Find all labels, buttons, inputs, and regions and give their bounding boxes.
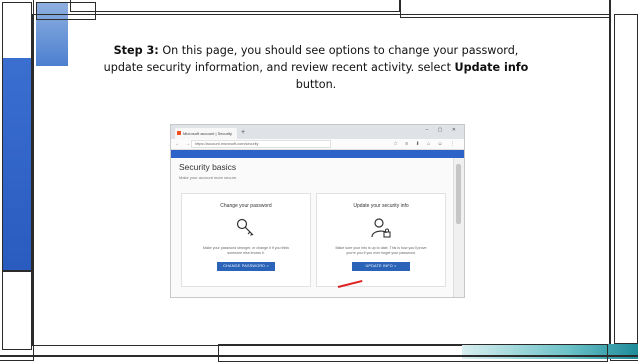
card-title: Change your password [220,203,272,209]
scrollbar-thumb[interactable] [456,164,461,224]
user-lock-icon [371,218,391,238]
window-controls[interactable]: – ▢ ✕ [426,127,460,133]
frame-top-long [70,0,400,12]
browser-tab[interactable]: Microsoft account | Security [175,128,237,139]
step-instruction: Step 3: On this page, you should see opt… [96,42,536,93]
frame-right-inner [614,14,638,344]
update-security-info-card: Update your security info Make sure your… [316,193,446,287]
security-page-content: Security basics Make your account more s… [171,158,454,297]
change-password-card: Change your password Make your password … [181,193,311,287]
card-title: Update your security info [353,203,409,209]
new-tab-button[interactable]: + [241,128,245,137]
bottom-rule [0,355,638,357]
browser-screenshot: Microsoft account | Security + – ▢ ✕ ← →… [170,124,465,298]
browser-tab-title: Microsoft account | Security [183,131,233,136]
update-info-button[interactable]: UPDATE INFO > [352,262,410,271]
browser-toolbar-icons[interactable]: ☆ ≡ ⬇ ⌂ ☺ ⋮ [393,140,458,148]
step-highlight: Update info [454,61,529,74]
card-description: Make sure your info is up to date. This … [335,246,427,255]
url-input[interactable]: https://account.microsoft.com/security [191,140,331,148]
frame-bottom-box [218,344,608,362]
page-title: Security basics [179,162,237,172]
site-header-bar [171,150,464,158]
browser-tab-bar: Microsoft account | Security + – ▢ ✕ [171,125,464,139]
card-description: Make your password stronger, or change i… [202,246,290,255]
frame-left-inner [2,2,32,272]
step-text-end: button. [295,78,337,91]
frame-bottom-left [2,270,32,350]
microsoft-logo-icon [177,131,181,135]
page-scrollbar[interactable] [453,158,464,297]
change-password-button[interactable]: CHANGE PASSWORD > [217,262,275,271]
step-label: Step 3: [113,44,159,57]
address-bar-row: ← → ⟳ ⌂ https://account.microsoft.com/se… [171,139,464,150]
page-subtitle: Make your account more secure. [179,175,238,180]
key-icon [236,218,254,236]
